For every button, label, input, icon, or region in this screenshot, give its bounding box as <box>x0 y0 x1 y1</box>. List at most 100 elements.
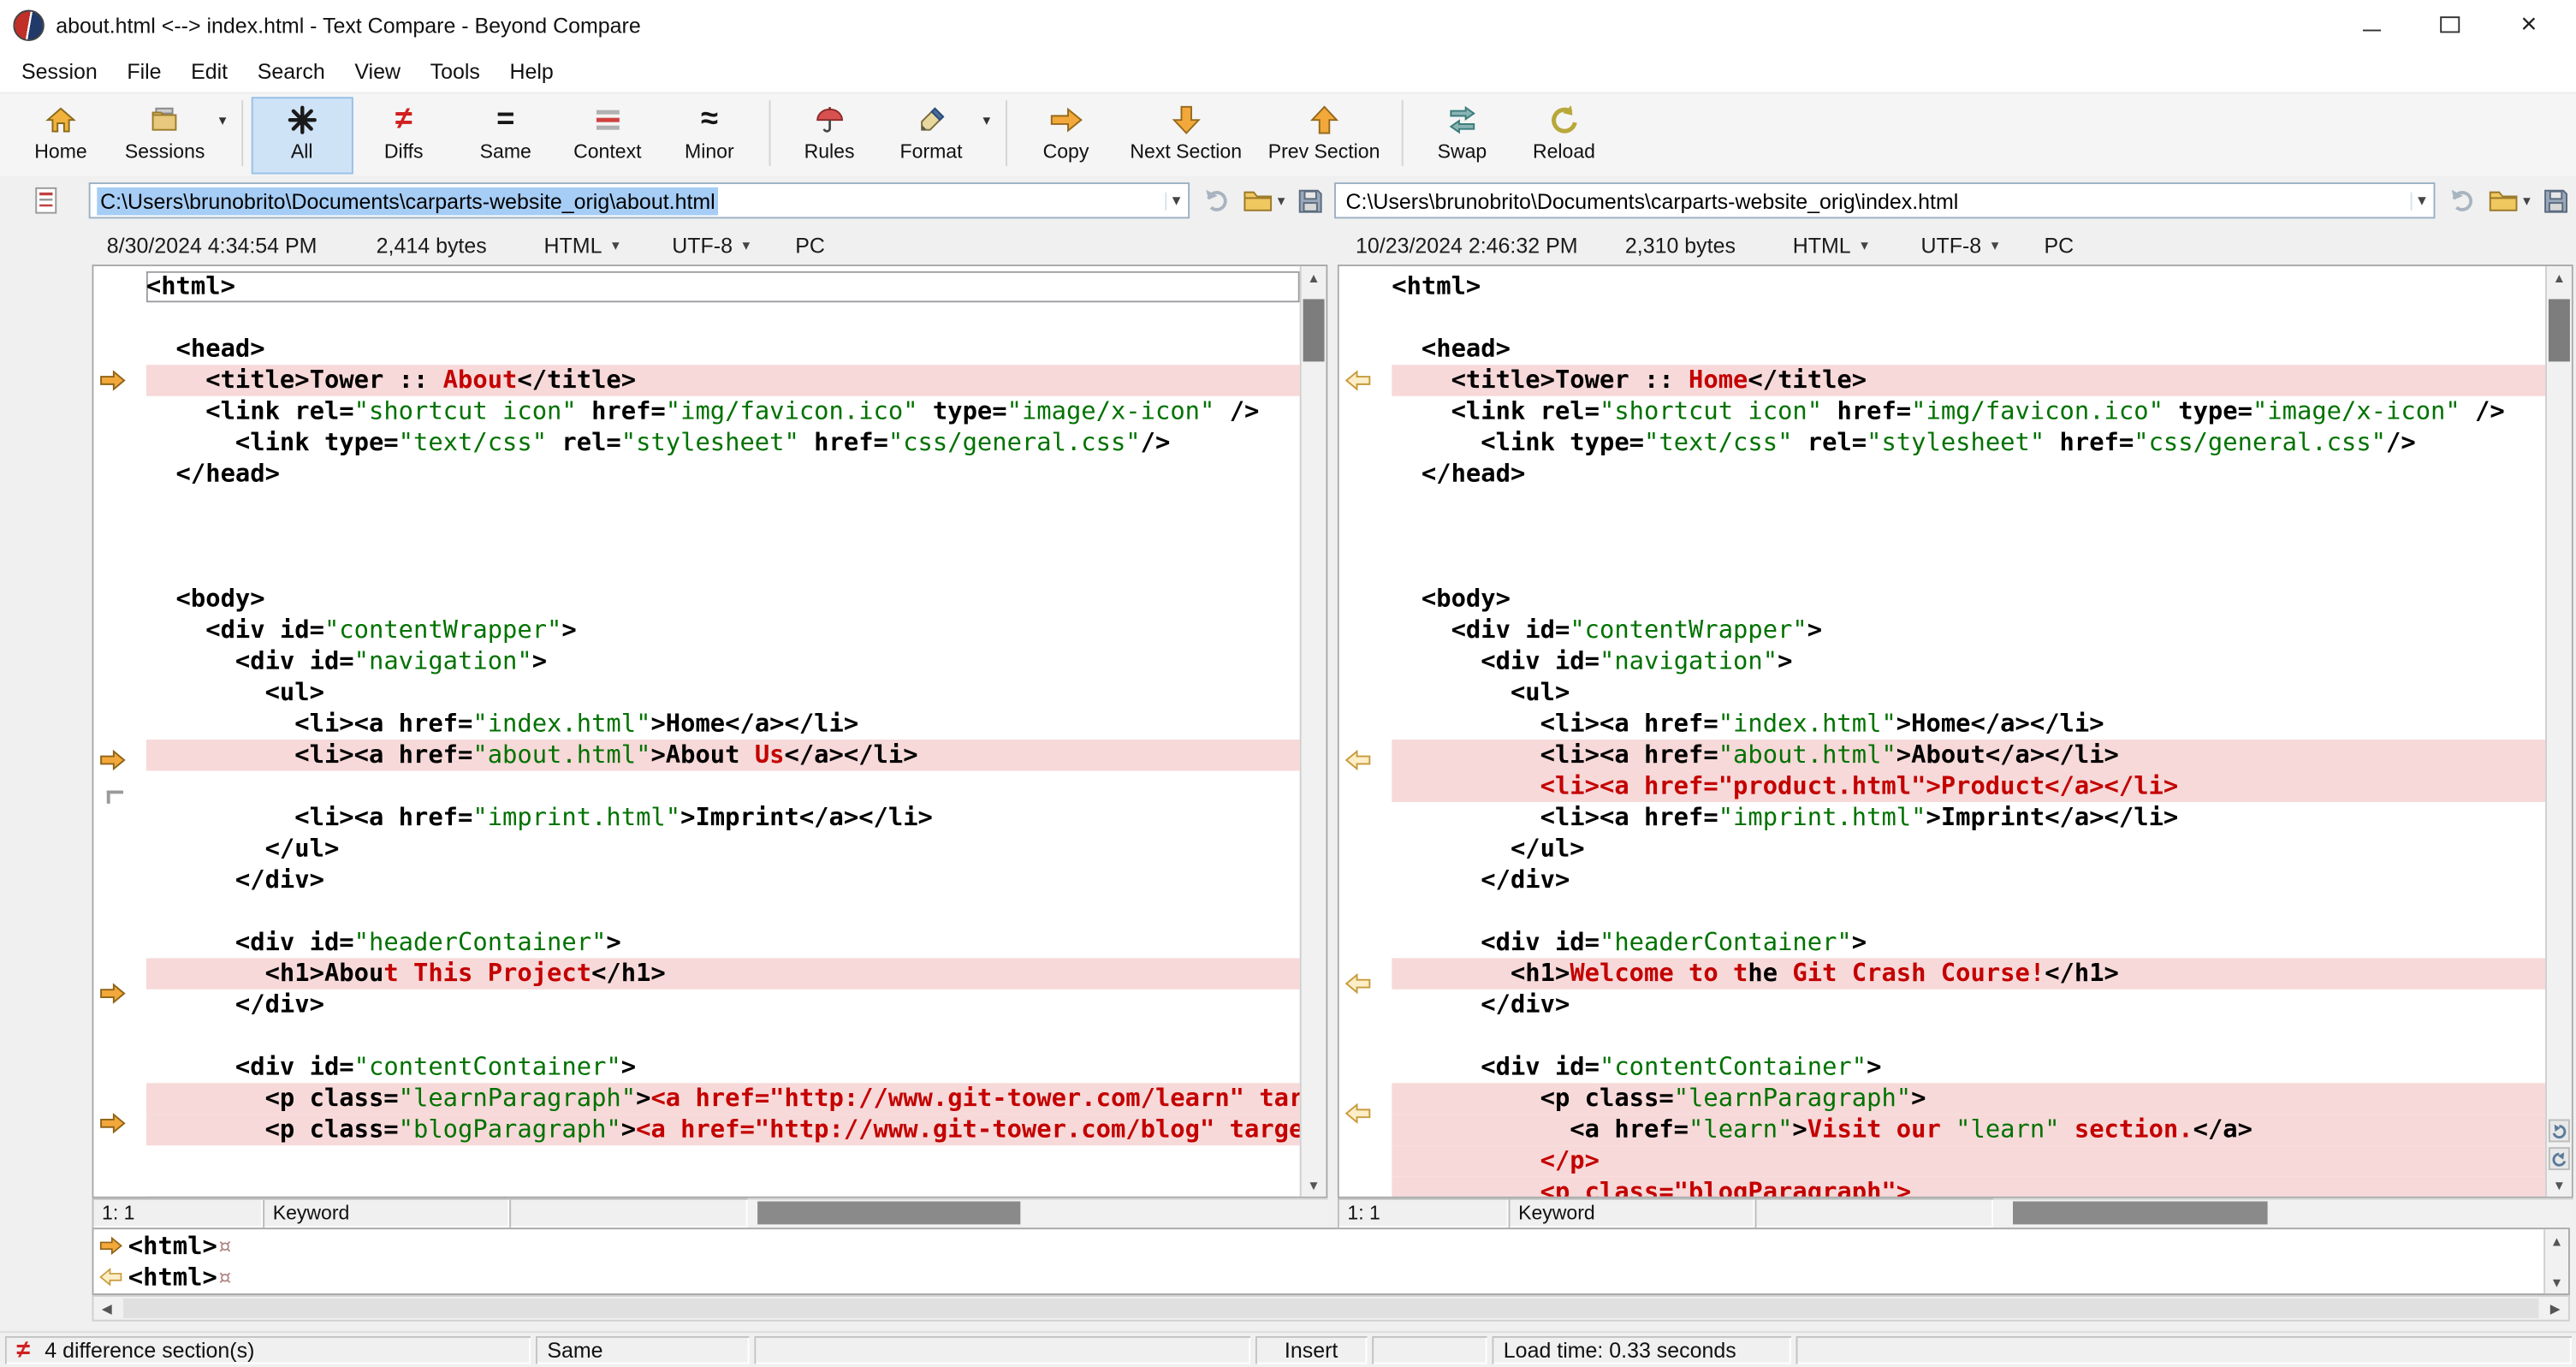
right-hscrollbar[interactable] <box>1992 1198 2573 1228</box>
right-save-button[interactable] <box>2542 187 2570 215</box>
code-line[interactable]: <h1>About This Project</h1> <box>145 958 1300 990</box>
left-encoding-dropdown[interactable]: UTF-8 ▾ <box>672 233 795 258</box>
next-diff-button[interactable] <box>2548 1147 2570 1171</box>
home-button[interactable]: Home <box>10 97 112 174</box>
code-line[interactable] <box>146 552 1300 583</box>
code-line[interactable]: <h1>Welcome to the Git Crash Course!</h1… <box>1392 958 2546 990</box>
code-line[interactable] <box>1392 490 2545 520</box>
code-line[interactable]: <link type="text/css" rel="stylesheet" h… <box>146 427 1300 458</box>
right-open-button[interactable]: ▾ <box>2489 187 2531 214</box>
code-line[interactable]: <link type="text/css" rel="stylesheet" h… <box>1392 427 2545 458</box>
code-line[interactable] <box>146 1020 1300 1051</box>
next-section-button[interactable]: Next Section <box>1117 97 1255 174</box>
section-arrow-right-icon[interactable] <box>93 1113 145 1144</box>
scroll-right-icon[interactable]: ▶ <box>2542 1297 2568 1320</box>
section-arrow-left-icon[interactable] <box>1339 749 1392 781</box>
code-line[interactable]: <li><a href="imprint.html">Imprint</a></… <box>1392 802 2545 833</box>
right-encoding-dropdown[interactable]: UTF-8 ▾ <box>1920 233 2044 258</box>
menu-session[interactable]: Session <box>7 58 112 83</box>
code-line[interactable]: </head> <box>146 459 1300 490</box>
menu-search[interactable]: Search <box>242 58 340 83</box>
detail-scrollbar[interactable]: ▲ ▼ <box>2543 1229 2568 1294</box>
code-line[interactable]: <html> <box>1392 271 2545 302</box>
detail-hscrollbar[interactable]: ◀ ▶ <box>92 1294 2570 1322</box>
code-line[interactable]: </div> <box>1392 990 2545 1020</box>
left-vscrollbar-thumb[interactable] <box>1303 299 1325 362</box>
code-line[interactable]: <html> <box>146 271 1300 302</box>
code-line[interactable] <box>1392 895 2545 926</box>
code-line[interactable]: <p class="blogParagraph"><a href="http:/… <box>145 1114 1300 1146</box>
code-line[interactable]: <head> <box>146 334 1300 365</box>
code-line[interactable]: <li><a href="about.html">About</a></li> <box>1392 740 2546 771</box>
code-line[interactable]: <body> <box>146 584 1300 615</box>
code-line[interactable]: <p class="learnParagraph"><a href="http:… <box>145 1083 1300 1114</box>
code-line[interactable] <box>146 770 1300 801</box>
menu-help[interactable]: Help <box>495 58 568 83</box>
code-line[interactable] <box>1392 302 2545 333</box>
section-arrow-left-icon[interactable] <box>1339 972 1392 1004</box>
left-save-button[interactable] <box>1297 187 1325 215</box>
right-revert-button[interactable] <box>2448 186 2478 216</box>
scroll-down-icon[interactable]: ▼ <box>2547 1174 2572 1197</box>
code-line[interactable] <box>1392 552 2545 583</box>
code-line[interactable] <box>146 521 1300 552</box>
code-line[interactable]: <li><a href="index.html">Home</a></li> <box>146 709 1300 740</box>
code-line[interactable]: <p class="blogParagraph"> <box>1392 1176 2546 1197</box>
right-vscrollbar-thumb[interactable] <box>2548 299 2570 362</box>
code-line[interactable] <box>1392 1020 2545 1051</box>
code-line[interactable]: </p> <box>1392 1145 2546 1177</box>
right-vscrollbar[interactable]: ▲ ▼ <box>2545 266 2572 1197</box>
code-line[interactable]: <link rel="shortcut icon" href="img/favi… <box>1392 396 2545 427</box>
sessions-button[interactable]: Sessions ▾ <box>112 97 234 174</box>
format-dropdown-icon[interactable]: ▾ <box>982 112 990 130</box>
maximize-button[interactable] <box>2438 13 2461 36</box>
code-line[interactable]: <li><a href="index.html">Home</a></li> <box>1392 709 2545 740</box>
code-line[interactable]: <div id="navigation"> <box>1392 646 2545 677</box>
section-arrow-right-icon[interactable] <box>93 370 145 401</box>
code-line[interactable]: </ul> <box>1392 833 2545 864</box>
menu-view[interactable]: View <box>340 58 415 83</box>
show-diffs-button[interactable]: ≠ Diffs <box>353 97 454 174</box>
right-path-input[interactable]: C:\Users\brunobrito\Documents\carparts-w… <box>1334 182 2437 219</box>
code-line[interactable] <box>1392 521 2545 552</box>
code-line[interactable]: <body> <box>1392 584 2545 615</box>
code-line[interactable]: <li><a href="imprint.html">Imprint</a></… <box>146 802 1300 833</box>
left-format-dropdown[interactable]: HTML ▾ <box>544 233 673 258</box>
menu-file[interactable]: File <box>112 58 176 83</box>
code-line[interactable]: </div> <box>146 865 1300 895</box>
code-line[interactable] <box>146 895 1300 926</box>
code-line[interactable]: <div id="contentWrapper"> <box>1392 615 2545 645</box>
left-hscrollbar[interactable] <box>747 1198 1328 1228</box>
code-line[interactable]: <div id="headerContainer"> <box>1392 927 2545 958</box>
code-line[interactable]: <li><a href="product.html">Product</a></… <box>1392 770 2546 802</box>
right-code-pane[interactable]: <html> <head> <title>Tower :: Home</titl… <box>1337 264 2573 1198</box>
code-line[interactable]: <link rel="shortcut icon" href="img/favi… <box>146 396 1300 427</box>
right-path-dropdown-icon[interactable]: ▾ <box>2411 191 2431 210</box>
left-code-pane[interactable]: <html> <head> <title>Tower :: About</tit… <box>92 264 1328 1198</box>
scroll-down-icon[interactable]: ▼ <box>2545 1270 2568 1293</box>
code-line[interactable]: <ul> <box>146 677 1300 708</box>
right-code-editor[interactable]: <html> <head> <title>Tower :: Home</titl… <box>1392 266 2546 1197</box>
left-revert-button[interactable] <box>1202 186 1232 216</box>
section-arrow-left-icon[interactable] <box>1339 370 1392 401</box>
code-line[interactable]: </head> <box>1392 459 2545 490</box>
code-line[interactable]: <ul> <box>1392 677 2545 708</box>
code-line[interactable] <box>146 302 1300 333</box>
code-line[interactable]: <a href="learn">Visit our "learn" sectio… <box>1392 1114 2546 1146</box>
left-vscrollbar[interactable]: ▲ ▼ <box>1299 266 1327 1197</box>
code-line[interactable]: <li><a href="about.html">About Us</a></l… <box>145 740 1300 771</box>
left-hscrollbar-thumb[interactable] <box>757 1201 1021 1225</box>
show-same-button[interactable]: = Same <box>454 97 556 174</box>
show-all-button[interactable]: All <box>251 97 353 175</box>
left-open-button[interactable]: ▾ <box>1243 187 1285 214</box>
detail-line-left[interactable]: <html>¤ <box>93 1229 2568 1260</box>
code-line[interactable]: </div> <box>1392 865 2545 895</box>
code-line[interactable]: <div id="contentContainer"> <box>146 1052 1300 1083</box>
code-line[interactable]: <div id="contentContainer"> <box>1392 1052 2545 1083</box>
menu-tools[interactable]: Tools <box>415 58 495 83</box>
code-line[interactable]: <head> <box>1392 334 2545 365</box>
rules-button[interactable]: Rules <box>779 97 881 174</box>
detail-line-right[interactable]: <html>¤ <box>93 1261 2568 1292</box>
reload-button[interactable]: Reload <box>1513 97 1615 174</box>
code-line[interactable] <box>146 490 1300 520</box>
